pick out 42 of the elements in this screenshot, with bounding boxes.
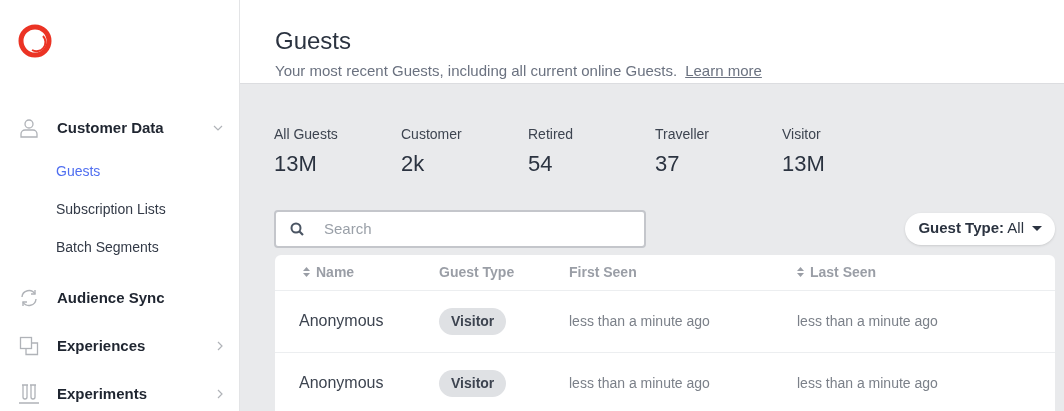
nav-subitem[interactable]: Subscription Lists	[56, 190, 166, 228]
learn-more-link[interactable]: Learn more	[685, 60, 762, 83]
stat-label: Visitor	[782, 124, 822, 144]
table-cell: less than a minute ago	[569, 312, 710, 329]
search-icon	[290, 221, 304, 236]
chevron-right-icon[interactable]	[217, 341, 223, 351]
guest-type-filter[interactable]: Guest Type: All	[905, 212, 1055, 245]
nav-item[interactable]: Customer Data	[57, 116, 213, 140]
person-icon	[19, 118, 39, 138]
search-field[interactable]: Search	[274, 209, 646, 248]
nav-item[interactable]: Experiments	[57, 382, 217, 406]
nav-subitem[interactable]: Batch Segments	[56, 228, 159, 266]
nav-item[interactable]: Experiences	[57, 334, 217, 358]
sync-icon	[19, 288, 39, 308]
table-cell: less than a minute ago	[569, 374, 710, 391]
page-subtitle: Your most recent Guests, including all current online Guests.	[275, 61, 678, 81]
nav-item[interactable]: Audience Sync	[57, 286, 223, 310]
table-cell: Anonymous	[299, 374, 384, 391]
guest-type-badge: Visitor	[439, 369, 507, 397]
stat-label: Traveller	[655, 124, 710, 144]
squares-icon	[19, 336, 39, 356]
stat-label: Customer	[401, 124, 463, 144]
sort-icon[interactable]	[797, 267, 804, 277]
logo-icon	[18, 24, 52, 58]
sort-icon[interactable]	[303, 267, 310, 277]
stat-label: Retired	[528, 124, 575, 144]
stat-value: 37	[655, 149, 681, 178]
stat-value: 13M	[782, 149, 826, 178]
stat-value: 13M	[274, 149, 318, 178]
nav-subitem[interactable]: Guests	[56, 152, 101, 190]
stat-value: 2k	[401, 149, 426, 178]
table-cell: less than a minute ago	[797, 374, 938, 391]
test-tubes-icon	[18, 384, 40, 404]
stat-label: All Guests	[274, 124, 339, 144]
chevron-down-icon[interactable]	[213, 125, 223, 131]
table-cell: less than a minute ago	[797, 312, 938, 329]
chevron-right-icon[interactable]	[217, 389, 223, 399]
page-title: Guests	[275, 26, 353, 56]
stat-value: 54	[528, 149, 554, 178]
caret-icon	[1032, 225, 1042, 232]
guest-type-badge: Visitor	[439, 307, 507, 335]
table-cell: Anonymous	[299, 312, 384, 329]
